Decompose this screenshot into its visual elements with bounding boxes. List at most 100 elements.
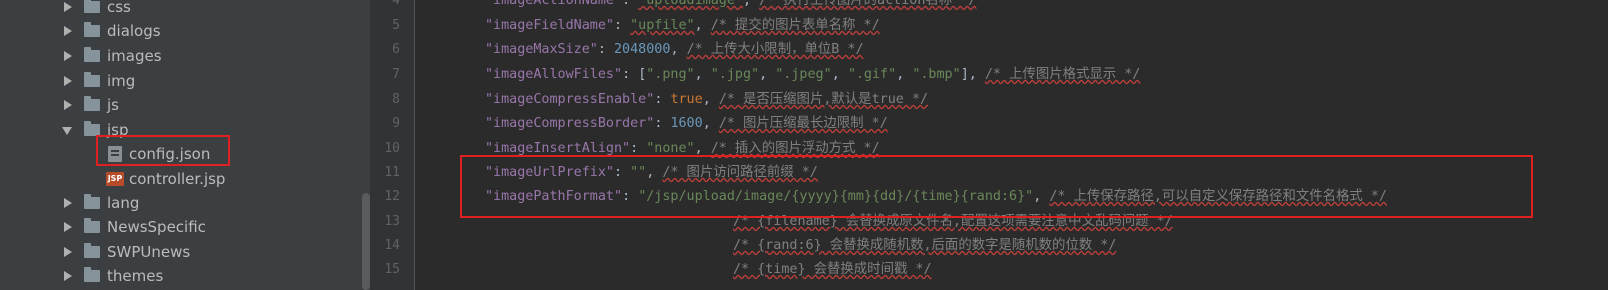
json-string-value: ".gif" [847, 67, 897, 82]
json-key: "imageFieldName" [485, 18, 614, 33]
json-number-value: 1600 [670, 116, 703, 131]
tree-item-label: controller.jsp [129, 170, 226, 188]
tree-item-css[interactable]: css [0, 0, 370, 19]
json-string-value: ".png" [646, 67, 695, 82]
json-key: "imageInsertAlign" [485, 141, 631, 156]
tree-item-swpunews[interactable]: SWPUnews [0, 240, 370, 264]
editor-scrollbar[interactable] [1598, 0, 1608, 290]
line-number: 7 [392, 67, 400, 82]
tree-scrollbar[interactable] [362, 193, 370, 290]
json-key: "imageActionName" [485, 0, 623, 8]
json-number-value: 2048000 [614, 42, 671, 57]
code-comment: /* 上传大小限制，单位B */ [686, 42, 864, 57]
code-line-14: /* {rand:6} 会替换成随机数,后面的数字是随机数的位数 */ [733, 234, 1116, 258]
highlight-box-config-json [96, 135, 230, 166]
json-colon: : [654, 92, 671, 107]
json-comma: , [702, 116, 719, 131]
folder-icon [84, 243, 100, 258]
tree-item-images[interactable]: images [0, 44, 370, 68]
chevron-right-icon[interactable] [64, 222, 72, 232]
tree-item-lang[interactable]: lang [0, 191, 370, 215]
code-line-9: "imageCompressBorder": 1600, /* 图片压缩最长边限… [485, 112, 888, 136]
json-string-value: ".jpeg" [775, 67, 832, 82]
tree-item-newsspecific[interactable]: NewsSpecific [0, 215, 370, 239]
json-comma: , [702, 92, 719, 107]
line-number: 14 [384, 238, 400, 253]
tree-item-label: NewsSpecific [107, 218, 206, 236]
tree-item-themes[interactable]: themes [0, 264, 370, 288]
json-key: "imageCompressEnable" [485, 92, 655, 107]
json-comma: , [694, 18, 711, 33]
jsp-file-icon: JSP [106, 172, 124, 186]
chevron-down-icon[interactable] [62, 127, 72, 135]
json-colon: : [622, 0, 639, 8]
line-number: 12 [384, 189, 400, 204]
chevron-right-icon[interactable] [64, 271, 72, 281]
chevron-right-icon[interactable] [64, 100, 72, 110]
tree-item-js[interactable]: js [0, 93, 370, 117]
json-colon: : [597, 42, 614, 57]
json-separator: , [896, 67, 913, 82]
code-comment: /* 是否压缩图片,默认是true */ [718, 92, 929, 107]
json-colon: : [654, 116, 671, 131]
chevron-right-icon[interactable] [64, 198, 72, 208]
tree-item-controller-jsp[interactable]: JSP controller.jsp [0, 167, 370, 191]
code-comment: /* 执行上传图片的action名称 */ [759, 0, 977, 8]
chevron-right-icon[interactable] [64, 247, 72, 257]
tree-item-label: css [107, 0, 131, 16]
code-comment: /* 上传图片格式显示 */ [984, 67, 1141, 82]
tree-item-label: themes [107, 267, 164, 285]
folder-icon [84, 72, 100, 87]
folder-icon [84, 0, 100, 13]
json-comma: , [968, 67, 985, 82]
tree-item-img[interactable]: img [0, 69, 370, 93]
chevron-right-icon[interactable] [64, 51, 72, 61]
line-number: 6 [392, 42, 400, 57]
tree-item-label: images [107, 47, 162, 65]
folder-icon [84, 218, 100, 233]
json-string-value: ".bmp" [912, 67, 961, 82]
line-number: 9 [392, 116, 400, 131]
json-comma: , [670, 42, 687, 57]
json-comma: , [743, 0, 760, 8]
json-bracket-close: ] [960, 67, 969, 82]
tree-item-label: js [107, 96, 119, 114]
code-line-7: "imageAllowFiles": [".png", ".jpg", ".jp… [485, 63, 1140, 87]
json-comma: , [694, 141, 711, 156]
line-number: 8 [392, 92, 400, 107]
json-string-value: "none" [646, 141, 695, 156]
line-number: 10 [384, 141, 400, 156]
code-line-15: /* {time} 会替换成时间戳 */ [733, 258, 932, 282]
line-number: 4 [392, 0, 400, 8]
line-number-gutter: 4 5 6 7 8 9 10 11 12 13 14 15 [370, 0, 414, 290]
json-colon: : [630, 141, 647, 156]
highlight-box-code-lines [460, 155, 1533, 218]
json-string-value: "upfile" [630, 18, 695, 33]
json-key: "imageMaxSize" [485, 42, 598, 57]
tree-item-label: SWPUnews [107, 243, 191, 261]
code-line-5: "imageFieldName": "upfile", /* 提交的图片表单名称… [485, 14, 880, 38]
json-colon: : [614, 18, 631, 33]
tree-item-label: lang [107, 194, 140, 212]
chevron-right-icon[interactable] [64, 2, 72, 12]
json-separator: , [694, 67, 711, 82]
chevron-right-icon[interactable] [64, 76, 72, 86]
code-comment: /* 图片压缩最长边限制 */ [718, 116, 888, 131]
project-tree: css dialogs images img js jsp config.jso… [0, 0, 370, 290]
code-comment: /* 插入的图片浮动方式 */ [710, 141, 880, 156]
json-separator: , [831, 67, 848, 82]
tree-item-label: img [107, 72, 136, 90]
line-number: 5 [392, 18, 400, 33]
json-string-value: "uploadimage" [638, 0, 743, 8]
code-line-4: "imageActionName": "uploadimage", /* 执行上… [485, 0, 976, 13]
json-separator: , [759, 67, 776, 82]
folder-icon [84, 96, 100, 111]
tree-item-dialogs[interactable]: dialogs [0, 19, 370, 43]
folder-icon [84, 22, 100, 37]
json-key: "imageAllowFiles" [485, 67, 623, 82]
code-comment: /* {time} 会替换成时间戳 */ [733, 262, 932, 277]
chevron-right-icon[interactable] [64, 26, 72, 36]
line-number: 15 [384, 262, 400, 277]
code-editor[interactable]: "imageActionName": "uploadimage", /* 执行上… [415, 0, 1608, 290]
folder-icon [84, 194, 100, 209]
